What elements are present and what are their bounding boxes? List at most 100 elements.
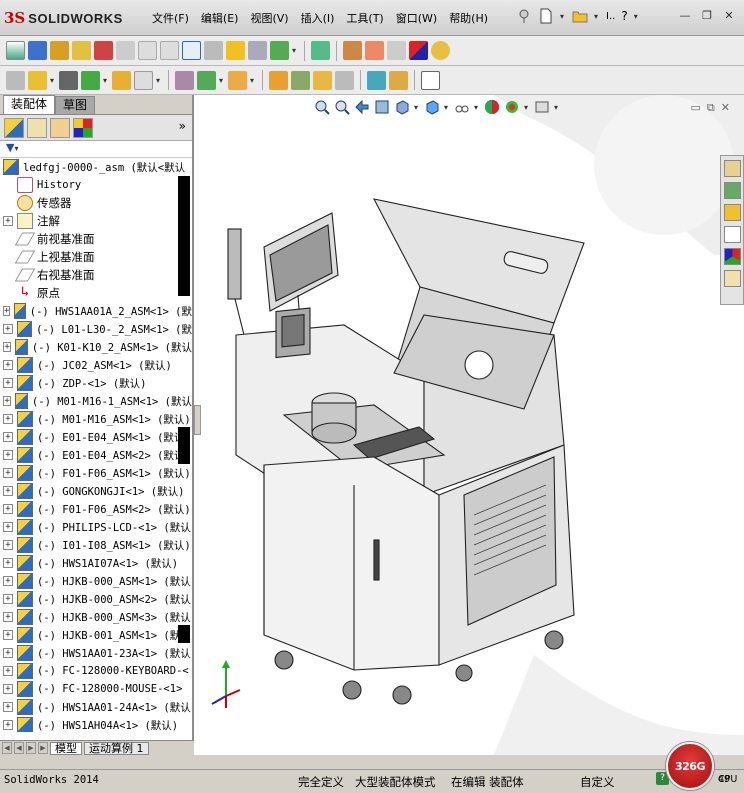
tree-item[interactable]: + (-) HJKB-000_ASM<3> (默认 <box>0 608 192 626</box>
assembly-model[interactable] <box>224 195 674 755</box>
show-hidden-icon[interactable] <box>134 70 153 90</box>
nav-next-icon[interactable]: ▶ <box>26 742 36 754</box>
view-settings-icon[interactable] <box>534 99 550 115</box>
check-icon[interactable] <box>160 41 179 60</box>
expand-icon[interactable]: + <box>3 594 13 604</box>
tree-item[interactable]: + (-) E01-E04_ASM<2> (默认) <box>0 446 192 464</box>
hide-show-items-icon[interactable] <box>454 99 470 115</box>
zoom-to-fit-icon[interactable] <box>314 99 330 115</box>
viewport-restore-icon[interactable]: ▭ <box>691 101 701 115</box>
expand-icon[interactable]: + <box>3 630 13 640</box>
storage-badge[interactable]: 326G <box>666 742 714 790</box>
menu-item[interactable]: 文件(F) <box>146 10 195 26</box>
tab-sketch[interactable]: 草图 <box>55 96 96 114</box>
snapshot-icon[interactable] <box>421 70 440 90</box>
more-tools-label[interactable]: I.. <box>606 11 615 22</box>
move-component-icon[interactable] <box>112 70 131 90</box>
viewport-tile-icon[interactable]: ⧉ <box>707 101 715 115</box>
menu-item[interactable]: 窗口(W) <box>390 10 443 26</box>
tree-item[interactable]: + (-) HWS1AA01-24A<1> (默认 <box>0 698 192 716</box>
display-style-icon[interactable] <box>424 99 440 115</box>
measure-icon[interactable] <box>72 41 91 60</box>
sum-icon[interactable] <box>182 41 201 60</box>
gauge-icon[interactable] <box>94 41 113 60</box>
property-manager-icon[interactable] <box>27 117 47 138</box>
expand-icon[interactable]: + <box>3 684 13 694</box>
expand-icon[interactable]: + <box>3 378 13 388</box>
chevron-down-icon[interactable]: ▾ <box>292 46 298 55</box>
file-explorer-icon[interactable] <box>723 204 741 221</box>
expand-icon[interactable]: + <box>3 576 13 586</box>
viewport-close-icon[interactable]: ✕ <box>721 101 730 115</box>
menu-item[interactable]: 工具(T) <box>340 10 389 26</box>
tab-assembly[interactable]: 装配体 <box>3 95 56 114</box>
zoom-to-area-icon[interactable] <box>334 99 350 115</box>
chevron-down-icon[interactable]: ▾ <box>14 144 18 153</box>
warning-icon[interactable] <box>226 41 245 60</box>
chevron-right-icon[interactable]: » <box>179 119 186 133</box>
design-library-icon[interactable] <box>723 182 741 199</box>
tree-item[interactable]: + (-) I01-I08_ASM<1> (默认) <box>0 536 192 554</box>
new-document-icon[interactable] <box>538 8 554 24</box>
align-icon[interactable] <box>248 41 267 60</box>
chevron-down-icon[interactable]: ▾ <box>560 12 566 21</box>
previous-view-icon[interactable] <box>354 99 370 115</box>
gear-icon[interactable] <box>365 41 384 60</box>
tab-motion-study[interactable]: 运动算例 1 <box>84 741 149 755</box>
spell-check-icon[interactable] <box>6 41 25 60</box>
tree-item[interactable]: 右视基准面 <box>0 266 192 284</box>
section-view-icon[interactable] <box>374 99 390 115</box>
status-large-assembly-mode[interactable]: 大型装配体模式 <box>355 774 436 790</box>
expand-icon[interactable]: + <box>3 612 13 622</box>
close-button[interactable]: ✕ <box>720 8 738 24</box>
chevron-down-icon[interactable]: ▾ <box>594 12 600 21</box>
tree-item[interactable]: + (-) FC-128000-MOUSE-<1> <box>0 680 192 698</box>
chevron-down-icon[interactable]: ▾ <box>414 103 420 112</box>
tree-item[interactable]: 前视基准面 <box>0 230 192 248</box>
appearances-icon[interactable] <box>723 248 741 265</box>
section-view-icon[interactable] <box>367 70 386 90</box>
tree-root[interactable]: ledfgj-0000-_asm (默认<默认 <box>0 158 192 176</box>
tree-item[interactable]: + (-) F01-F06_ASM<2> (默认) <box>0 500 192 518</box>
tree-item[interactable]: + (-) PHILIPS-LCD-<1> (默认 <box>0 518 192 536</box>
expand-icon[interactable]: + <box>3 306 11 316</box>
tree-item[interactable]: + (-) L01-L30-_2_ASM<1> (默 <box>0 320 192 338</box>
reference-geometry-icon[interactable] <box>197 70 216 90</box>
chevron-down-icon[interactable]: ▾ <box>50 76 56 85</box>
bill-of-materials-icon[interactable] <box>291 70 310 90</box>
tree-item[interactable]: + (-) M01-M16-1_ASM<1> (默认 <box>0 392 192 410</box>
nav-prev-icon[interactable]: ◀ <box>14 742 24 754</box>
verify-icon[interactable] <box>387 41 406 60</box>
tree-item[interactable]: + (-) HWS1AA01A_2_ASM<1> (默 <box>0 302 192 320</box>
balance-icon[interactable] <box>50 41 69 60</box>
clearance-icon[interactable] <box>204 41 223 60</box>
expand-icon[interactable]: + <box>3 540 13 550</box>
menu-item[interactable]: 编辑(E) <box>195 10 245 26</box>
new-part-icon[interactable] <box>28 70 47 90</box>
tree-item[interactable]: 传感器 <box>0 194 192 212</box>
open-folder-icon[interactable] <box>572 8 588 24</box>
tree-item[interactable]: + 注解 <box>0 212 192 230</box>
tab-model[interactable]: 模型 <box>50 741 82 755</box>
instant3d-icon[interactable] <box>313 70 332 90</box>
tree-item[interactable]: + (-) K01-K10_2_ASM<1> (默认 <box>0 338 192 356</box>
display-manager-icon[interactable] <box>73 117 93 138</box>
expand-icon[interactable]: + <box>3 324 13 334</box>
nav-last-icon[interactable]: ▶ <box>38 742 48 754</box>
chevron-down-icon[interactable]: ▾ <box>524 103 530 112</box>
tree-item[interactable]: + (-) HWS1AA01-23A<1> (默认 <box>0 644 192 662</box>
appearance-icon[interactable] <box>431 41 450 60</box>
tree-item[interactable]: + (-) HJKB-000_ASM<1> (默认 <box>0 572 192 590</box>
smart-fasteners-icon[interactable] <box>228 70 247 90</box>
chevron-down-icon[interactable]: ▾ <box>156 76 162 85</box>
large-design-review-icon[interactable] <box>389 70 408 90</box>
chevron-down-icon[interactable]: ▾ <box>554 103 560 112</box>
tree-item[interactable]: + (-) GONGKONGJI<1> (默认) <box>0 482 192 500</box>
feature-manager-icon[interactable] <box>4 117 24 138</box>
expand-icon[interactable]: + <box>3 504 13 514</box>
graphics-area[interactable]: ▾ ▾ ▾ ▾ ▾ ▭ ⧉ ✕ <box>194 95 744 755</box>
chevron-down-icon[interactable]: ▾ <box>444 103 450 112</box>
menu-item[interactable]: 帮助(H) <box>443 10 494 26</box>
explode-view-icon[interactable] <box>269 70 288 90</box>
view-orientation-icon[interactable] <box>394 99 410 115</box>
